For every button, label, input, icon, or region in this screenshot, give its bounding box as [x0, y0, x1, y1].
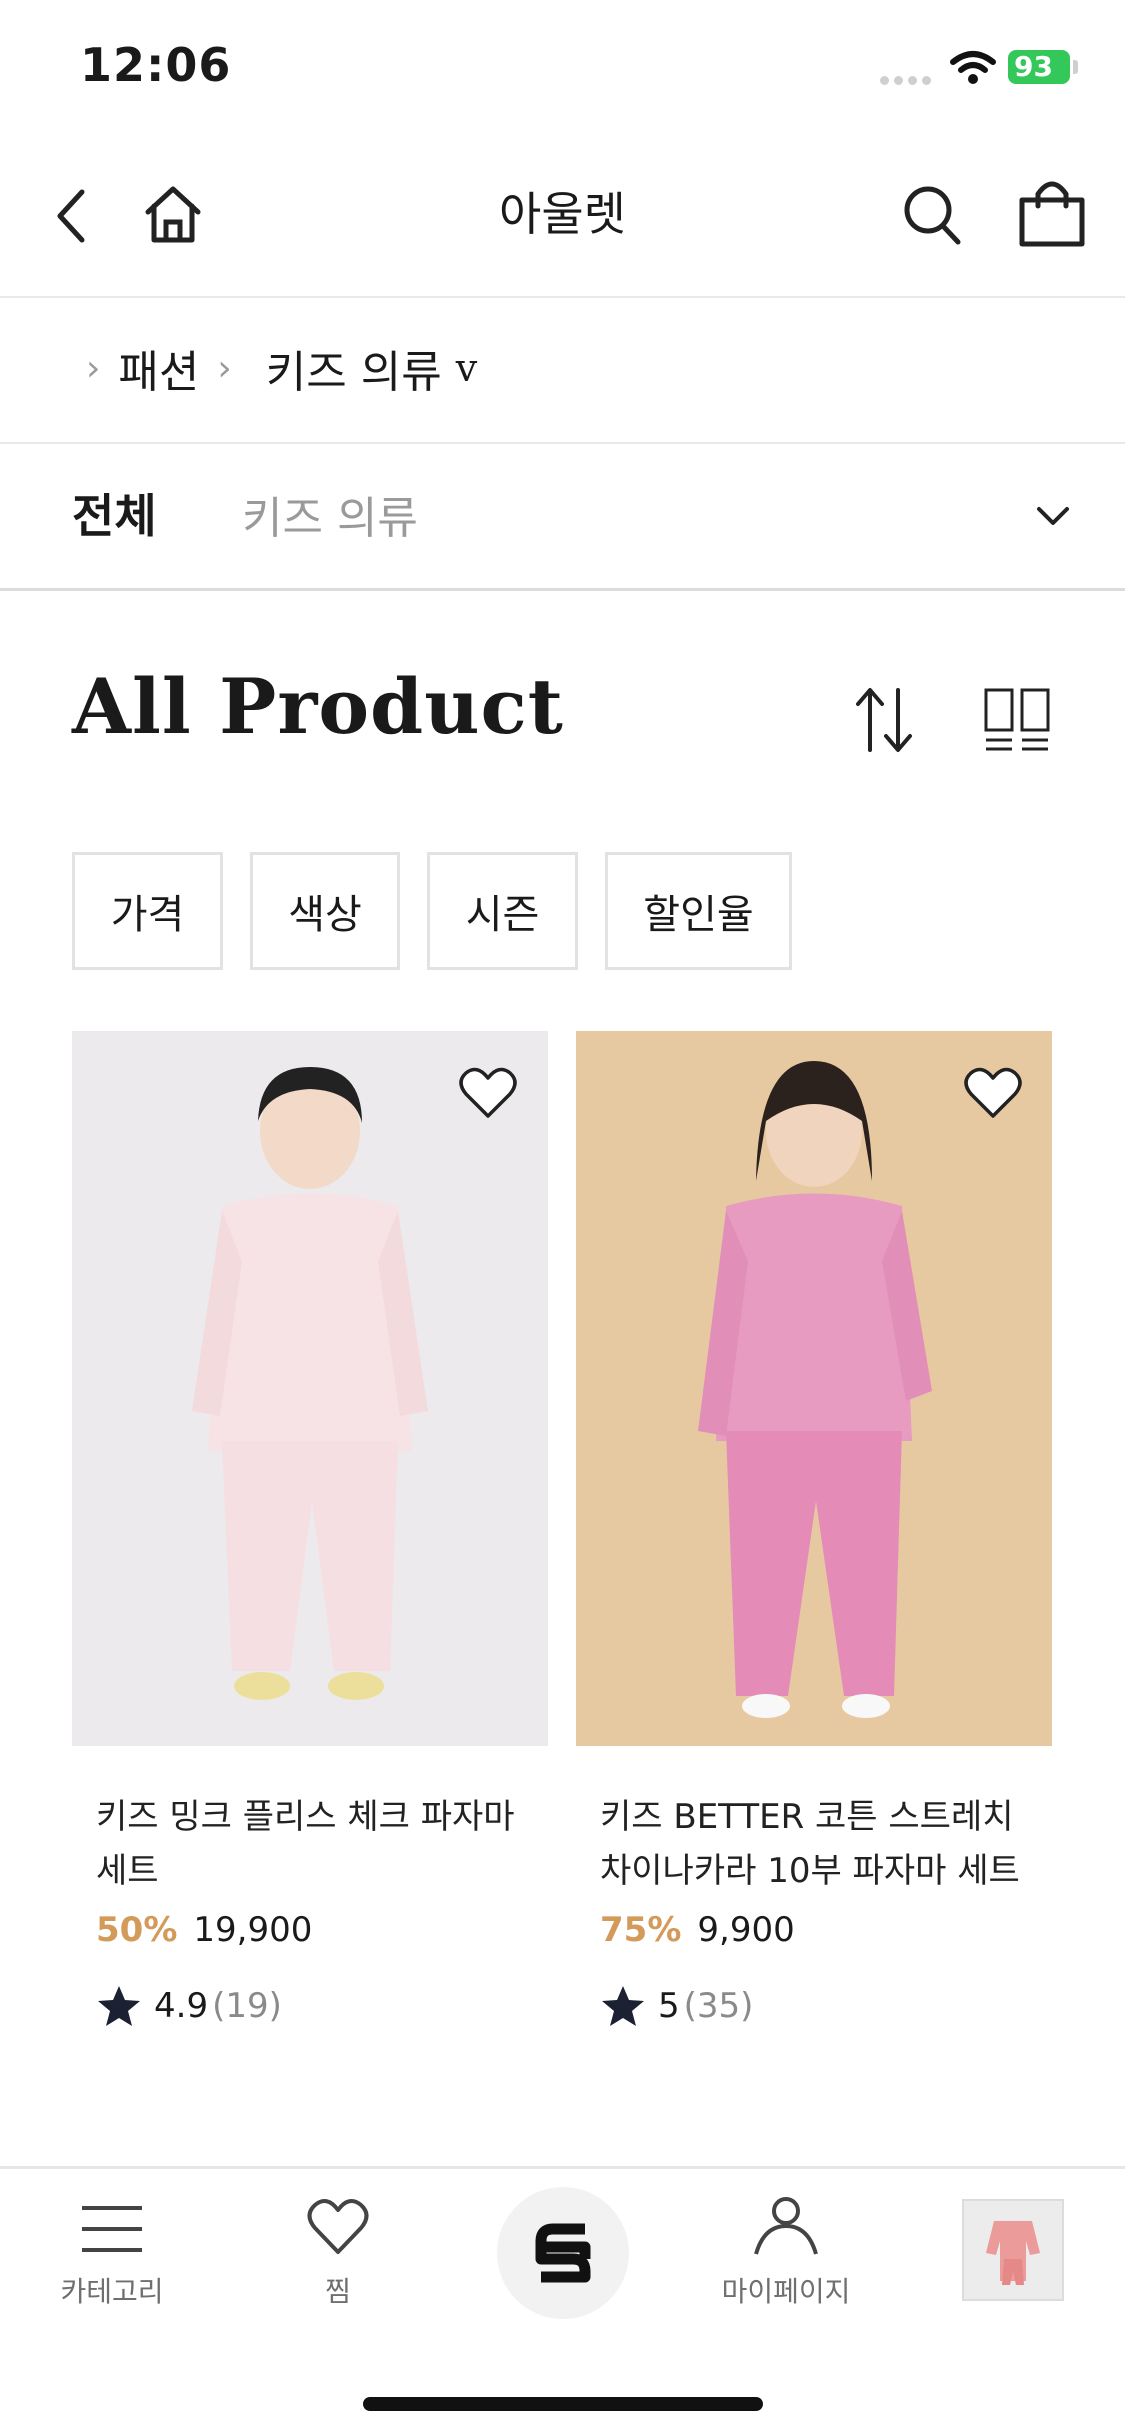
product-title[interactable]: 키즈 밍크 플리스 체크 파자마 세트 [96, 1790, 536, 1898]
section-title: All Product [72, 662, 564, 751]
breadcrumb-fashion[interactable]: 패션 [118, 336, 199, 400]
battery-level: 93 [1014, 50, 1053, 83]
cellular-signal-icon [880, 76, 931, 85]
product-title-line: 차이나카라 10부 파자마 세트 [600, 1851, 1020, 1891]
product-rating: 4.9 (19) [96, 1984, 282, 2028]
star-icon [98, 1986, 140, 2026]
header-divider [0, 296, 1125, 298]
rating-value: 4.9 [154, 1986, 209, 2026]
product-price: 50% 19,900 [96, 1910, 312, 1950]
product-title-line: 세트 [96, 1851, 159, 1891]
search-icon[interactable] [902, 184, 962, 246]
menu-icon [82, 2206, 142, 2252]
grid-view-icon[interactable] [984, 688, 1050, 752]
breadcrumb-dropdown-icon[interactable]: v [456, 346, 477, 390]
heart-icon [307, 2199, 369, 2254]
star-icon [602, 1986, 644, 2026]
filter-chip-season[interactable]: 시즌 [427, 852, 578, 970]
tab-wishlist-label: 찜 [325, 2275, 351, 2308]
filter-chip-price[interactable]: 가격 [72, 852, 223, 970]
product-title-line: 키즈 BETTER 코튼 스트레치 [600, 1797, 1014, 1837]
product-title[interactable]: 키즈 BETTER 코튼 스트레치 차이나카라 10부 파자마 세트 [600, 1790, 1020, 1898]
product-price: 75% 9,900 [600, 1910, 795, 1950]
user-icon [754, 2197, 818, 2255]
battery-icon: 93 [1008, 50, 1070, 84]
filter-kids-clothing-tab[interactable]: 키즈 의류 [242, 482, 418, 546]
home-indicator [363, 2397, 763, 2411]
chevron-right-icon: › [217, 347, 232, 389]
breadcrumb-divider [0, 442, 1125, 444]
heart-icon[interactable] [963, 1066, 1023, 1120]
sort-icon[interactable] [852, 686, 916, 754]
battery-tip [1073, 60, 1078, 74]
filter-divider [0, 588, 1125, 591]
wifi-icon [950, 51, 996, 84]
status-time: 12:06 [80, 38, 232, 92]
filter-chip-discount-rate[interactable]: 할인율 [605, 852, 792, 970]
filter-chip-color[interactable]: 색상 [250, 852, 400, 970]
heart-icon[interactable] [458, 1066, 518, 1120]
price-value: 9,900 [697, 1910, 795, 1950]
chevron-right-icon: › [86, 347, 101, 389]
breadcrumb: › 패션 › 키즈 의류 v [86, 336, 477, 400]
product-title-line: 키즈 밍크 플리스 체크 파자마 [96, 1797, 515, 1837]
product-photo [192, 1067, 428, 1700]
recently-viewed-thumbnail[interactable] [962, 2199, 1064, 2301]
discount-rate: 75% [600, 1910, 682, 1950]
shopping-bag-icon[interactable] [1018, 178, 1086, 248]
review-count: (19) [212, 1986, 282, 2026]
recent-product-thumbnail [986, 2221, 1040, 2285]
breadcrumb-kids-clothing[interactable]: 키즈 의류 [266, 336, 442, 400]
chevron-down-icon[interactable] [1036, 506, 1070, 526]
product-image[interactable] [576, 1031, 1052, 1746]
tabbar-divider [0, 2166, 1125, 2169]
tab-category-label: 카테고리 [60, 2275, 164, 2308]
brand-logo-icon [535, 2223, 591, 2283]
rating-value: 5 [658, 1986, 680, 2026]
price-value: 19,900 [193, 1910, 313, 1950]
home-logo-button[interactable] [497, 2187, 629, 2319]
tab-mypage-label: 마이페이지 [721, 2275, 851, 2308]
filter-all-tab[interactable]: 전체 [72, 480, 157, 546]
review-count: (35) [683, 1986, 754, 2026]
product-image[interactable] [72, 1031, 548, 1746]
discount-rate: 50% [96, 1910, 178, 1950]
product-rating: 5 (35) [600, 1984, 753, 2028]
product-photo [698, 1061, 932, 1718]
